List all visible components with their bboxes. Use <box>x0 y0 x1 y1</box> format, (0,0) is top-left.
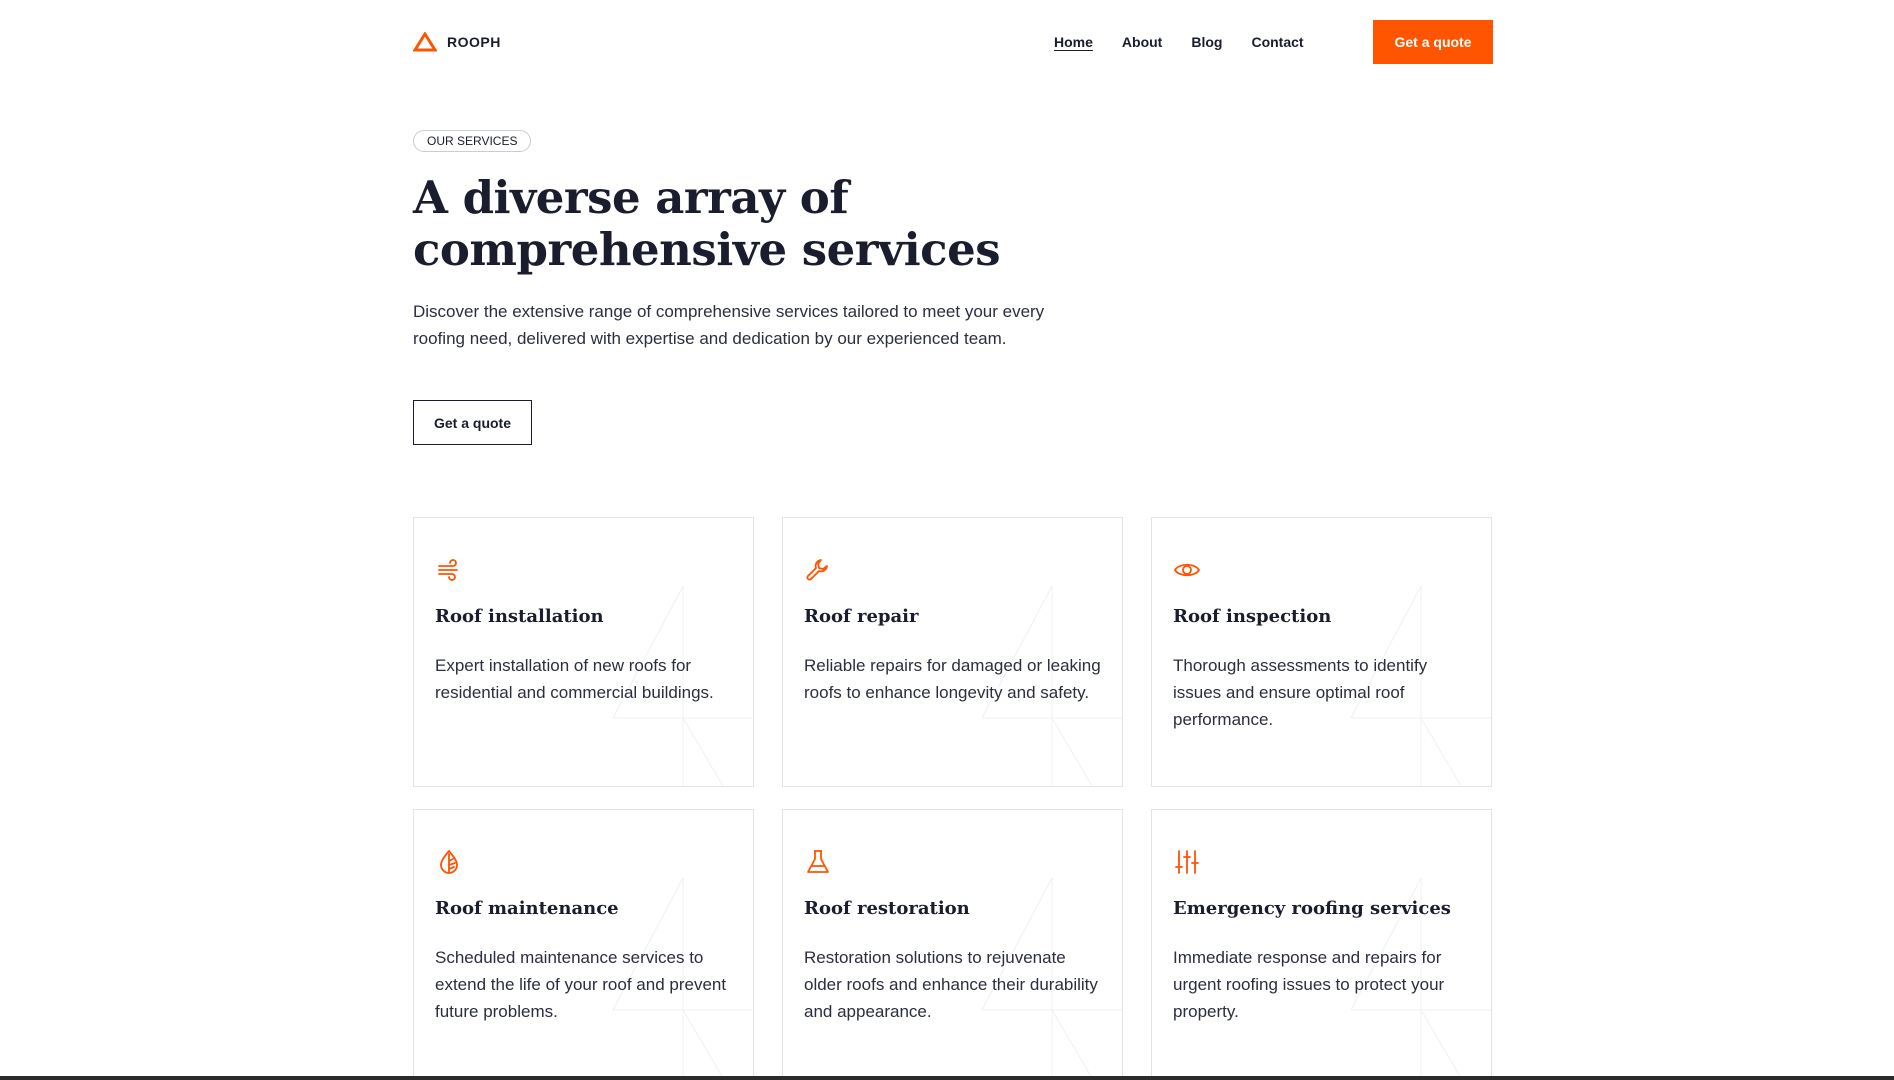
service-title: Emergency roofing services <box>1173 898 1451 919</box>
logo[interactable]: ROOPH <box>413 30 501 54</box>
flask-icon <box>804 848 832 876</box>
wind-icon <box>435 556 463 584</box>
service-title: Roof inspection <box>1173 606 1332 627</box>
main-nav: Home About Blog Contact <box>1054 34 1304 50</box>
service-description: Immediate response and repairs for urgen… <box>1173 948 1445 1021</box>
section-eyebrow-badge: OUR SERVICES <box>413 130 532 152</box>
nav-link-blog[interactable]: Blog <box>1191 34 1222 50</box>
service-description: Expert installation of new roofs for res… <box>435 656 714 702</box>
service-description: Restoration solutions to rejuvenate olde… <box>804 948 1098 1021</box>
service-card-emergency[interactable]: Emergency roofing services Immediate res… <box>1151 809 1492 1079</box>
service-title: Roof repair <box>804 606 919 627</box>
service-card-inspection[interactable]: Roof inspection Thorough assessments to … <box>1151 517 1492 787</box>
page-title-line-2: comprehensive services <box>413 223 1001 276</box>
service-description: Scheduled maintenance services to extend… <box>435 948 727 1021</box>
nav-link-contact[interactable]: Contact <box>1251 34 1303 50</box>
nav-link-home[interactable]: Home <box>1054 34 1093 50</box>
sliders-icon <box>1173 848 1201 876</box>
page-title-line-1: A diverse array of <box>413 171 849 224</box>
service-description: Thorough assessments to identify issues … <box>1173 656 1428 729</box>
site-header: ROOPH Home About Blog Contact Get a quot… <box>413 0 1493 86</box>
services-grid: Roof installation Expert installation of… <box>413 517 1493 1079</box>
eye-icon <box>1173 556 1201 584</box>
logo-triangle-icon <box>413 32 437 52</box>
service-card-restoration[interactable]: Roof restoration Restoration solutions t… <box>782 809 1123 1079</box>
service-title: Roof installation <box>435 606 604 627</box>
drop-icon <box>435 848 463 876</box>
service-description: Reliable repairs for damaged or leaking … <box>804 656 1101 702</box>
service-card-installation[interactable]: Roof installation Expert installation of… <box>413 517 754 787</box>
service-card-repair[interactable]: Roof repair Reliable repairs for damaged… <box>782 517 1123 787</box>
service-title: Roof restoration <box>804 898 970 919</box>
window-bottom-edge <box>0 1076 1894 1080</box>
service-title: Roof maintenance <box>435 898 619 919</box>
header-get-quote-button[interactable]: Get a quote <box>1373 20 1493 64</box>
logo-text: ROOPH <box>447 34 501 50</box>
hero-get-quote-button[interactable]: Get a quote <box>413 400 532 445</box>
page-title: A diverse array of comprehensive service… <box>413 172 1033 276</box>
nav-link-about[interactable]: About <box>1122 34 1162 50</box>
service-card-maintenance[interactable]: Roof maintenance Scheduled maintenance s… <box>413 809 754 1079</box>
wrench-icon <box>804 556 832 584</box>
hero-description: Discover the extensive range of comprehe… <box>413 302 1045 348</box>
